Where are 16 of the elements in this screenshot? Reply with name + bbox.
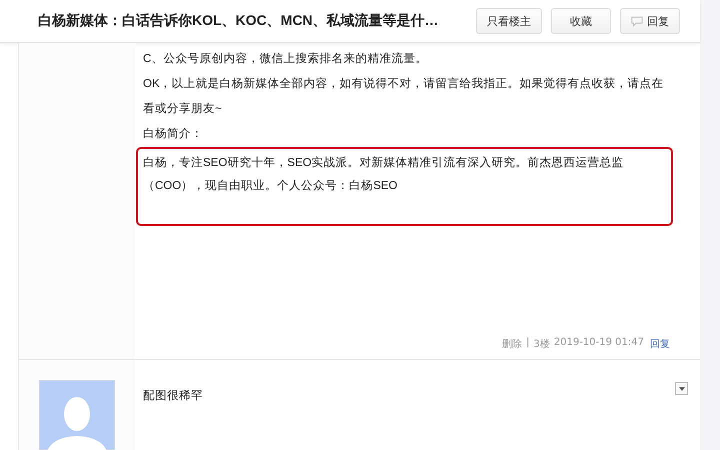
post-time: 2019-10-19 01:47 [554, 337, 644, 350]
reply-link[interactable]: 回复 [650, 337, 670, 351]
caret-icon [678, 386, 684, 390]
paragraph: C、公众号原创内容，微信上搜索排名来的精准流量。 [143, 51, 428, 67]
dropdown-button[interactable] [675, 382, 688, 395]
header-button[interactable]: 只看楼主 [476, 8, 542, 34]
separator: | [526, 337, 530, 350]
header-button[interactable]: 收藏 [551, 8, 611, 34]
paragraph: OK，以上就是白杨新媒体全部内容，如有说得不对，请留言给我指正。如果觉得有点收获，请点在看或分享朋友~ [143, 76, 665, 117]
paragraph: 白杨简介： [143, 126, 204, 142]
paragraph: 白杨，专注SEO研究十年，SEO实战派。对新媒体精准引流有深入研究。前杰恩西运营总监（COO），现自由职业。个人公众号：白杨SEO [143, 155, 625, 194]
thread-title: 白杨新媒体：白话告诉你KOL、KOC、MCN、私域流量等是什… [38, 12, 439, 30]
speech-bubble-icon [631, 16, 643, 26]
floor-number: 3楼 [534, 338, 550, 351]
reply-button[interactable]: 回复 [620, 8, 680, 34]
paragraph: 配图很稀罕 [143, 388, 204, 404]
